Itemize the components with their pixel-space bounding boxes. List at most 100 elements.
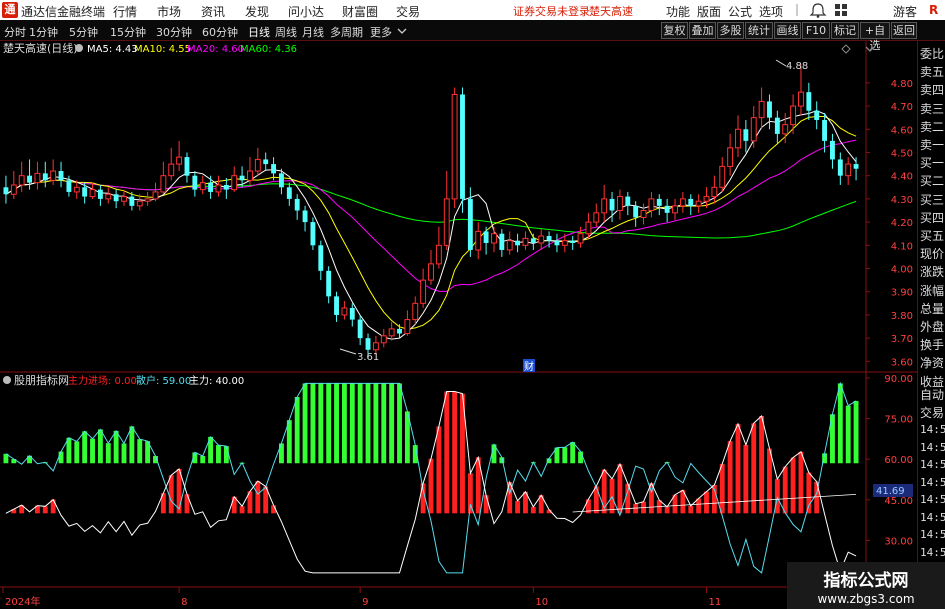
chart-svg[interactable]: 4.80 4.70 4.60 4.50 4.40 4.30 4.20 4.10 4.00 3.90… [0, 41, 917, 609]
period-multi[interactable]: 多周期 [330, 24, 363, 40]
auto-trade-label-0[interactable]: 自动 [920, 386, 944, 403]
sanhu-bar [310, 383, 316, 464]
menu-zixun[interactable]: 资讯 [201, 3, 225, 20]
high-label: 4.88 [786, 61, 808, 72]
sub-settings-dot-icon[interactable] [3, 376, 11, 384]
tool-diejia[interactable]: 叠加 [689, 22, 716, 39]
sanhu-bar [562, 447, 568, 464]
legend-sanhu: 散户: 59.00 [136, 374, 191, 387]
period-15min[interactable]: 15分钟 [110, 24, 146, 40]
zhuli-bar [436, 426, 442, 514]
zhuli-bar [255, 481, 261, 514]
period-1min[interactable]: 1分钟 [29, 24, 58, 40]
candle-body [853, 164, 859, 169]
period-monthly[interactable]: 月线 [302, 24, 324, 40]
menu-banmian[interactable]: 版面 [697, 3, 721, 20]
period-30min[interactable]: 30分钟 [156, 24, 192, 40]
watermark-url: www.zbgs3.com [817, 592, 915, 606]
candle-body [397, 328, 402, 334]
candle-up [105, 187, 112, 204]
menu-caifuquan[interactable]: 财富圈 [342, 3, 378, 20]
sub-legend: 股朋指标网 主力进场: 0.00 散户: 59.00 主力: 40.00 [3, 373, 244, 387]
bell-icon[interactable] [808, 2, 828, 18]
candle-down [656, 194, 662, 216]
period-fenshi[interactable]: 分时 [4, 24, 26, 40]
candle-body [577, 233, 584, 244]
candle-body [3, 187, 9, 195]
indicator-axis-ticks: 90.0075.0060.0045.0030.0015.00 [866, 374, 913, 588]
tool-f10[interactable]: F10 [802, 22, 830, 39]
finance-marker[interactable]: 财 [523, 359, 535, 373]
candle-body [58, 171, 64, 181]
candle-body [129, 196, 135, 206]
menu-gongneng[interactable]: 功能 [666, 3, 690, 20]
tool-fuquan[interactable]: 复权 [661, 22, 688, 39]
low-label: 3.61 [357, 352, 379, 363]
quote-label-5: 卖一 [920, 138, 945, 152]
candle-body [664, 205, 670, 213]
candle-up [341, 301, 348, 320]
candle-body [522, 237, 529, 246]
tick-time-4: 14:56 [920, 493, 945, 506]
candle-down [688, 194, 694, 216]
candle-body [27, 175, 32, 183]
app-logo: 通 [2, 2, 18, 18]
candle-up [475, 222, 482, 260]
tool-huaxian[interactable]: 画线 [774, 22, 801, 39]
candle-body [806, 92, 812, 111]
period-weekly[interactable]: 周线 [275, 24, 297, 40]
price-tick-label: 4.20 [891, 218, 913, 229]
menu-faxian[interactable]: 发现 [245, 3, 269, 20]
tool-duogu[interactable]: 多股 [717, 22, 744, 39]
candle-body [294, 198, 300, 211]
zhuli-bar [428, 458, 434, 514]
candle-body [208, 182, 214, 192]
candle-up [254, 147, 261, 176]
menu-hangqing[interactable]: 行情 [113, 3, 137, 20]
candle-body [349, 307, 355, 320]
tool-tongji[interactable]: 统计 [745, 22, 773, 39]
zhuli-bar [735, 423, 741, 514]
period-5min[interactable]: 5分钟 [69, 24, 98, 40]
period-more[interactable]: 更多 [370, 24, 392, 40]
settings-dot-icon[interactable] [75, 44, 83, 52]
candle-up [388, 321, 395, 341]
menu-gongshi[interactable]: 公式 [728, 3, 752, 20]
guest-user[interactable]: 游客 [893, 3, 917, 20]
indicator-tick-label: 75.00 [884, 415, 913, 426]
separator-icon [791, 2, 803, 18]
chart-corner-icons[interactable] [841, 44, 875, 54]
trade-login-notice[interactable]: 证券交易未登录 [513, 3, 590, 19]
price-axis-ticks: 4.80 4.70 4.60 4.50 4.40 4.30 4.20 4.10 4.00 3.90… [866, 79, 913, 368]
price-tick-label: 4.10 [891, 241, 913, 252]
menu-wenxiaoda[interactable]: 问小达 [288, 3, 324, 20]
chevron-down-icon[interactable] [397, 26, 407, 36]
candle-down [460, 87, 465, 213]
candle-body [814, 110, 820, 120]
period-60min[interactable]: 60分钟 [202, 24, 238, 40]
period-daily[interactable]: 日线 [248, 24, 270, 40]
corner-r[interactable]: R [929, 3, 938, 17]
kline-chart-area[interactable]: 4.80 4.70 4.60 4.50 4.40 4.30 4.20 4.10 4.00 3.90… [0, 41, 945, 609]
menu-shichang[interactable]: 市场 [157, 3, 181, 20]
menu-bar: 通 通达信金融终端 行情 市场 资讯 发现 问小达 财富圈 交易 证券交易未登录… [0, 0, 945, 20]
candle-down [633, 201, 639, 227]
candle-body [837, 159, 843, 176]
candle-body [719, 165, 726, 188]
tool-biaoji[interactable]: 标记 [831, 22, 859, 39]
grid-icon[interactable] [832, 2, 852, 18]
date-tick-label: 8 [181, 597, 187, 608]
tool-zixuan[interactable]: +自选 [860, 22, 890, 52]
quote-label-4: 卖二 [920, 119, 945, 134]
sanhu-bar [349, 383, 355, 464]
menu-jiaoyi[interactable]: 交易 [396, 3, 420, 20]
tool-fanhui[interactable]: 返回 [891, 22, 917, 39]
chevron-down-icon [865, 46, 875, 52]
auto-trade-label-1[interactable]: 交易 [920, 404, 944, 421]
candle-down [286, 182, 292, 206]
candle-down [3, 175, 9, 204]
candle-up [719, 157, 726, 192]
menu-xuanxiang[interactable]: 选项 [759, 3, 783, 20]
candle-up [34, 161, 41, 190]
sanhu-bar [578, 451, 583, 464]
